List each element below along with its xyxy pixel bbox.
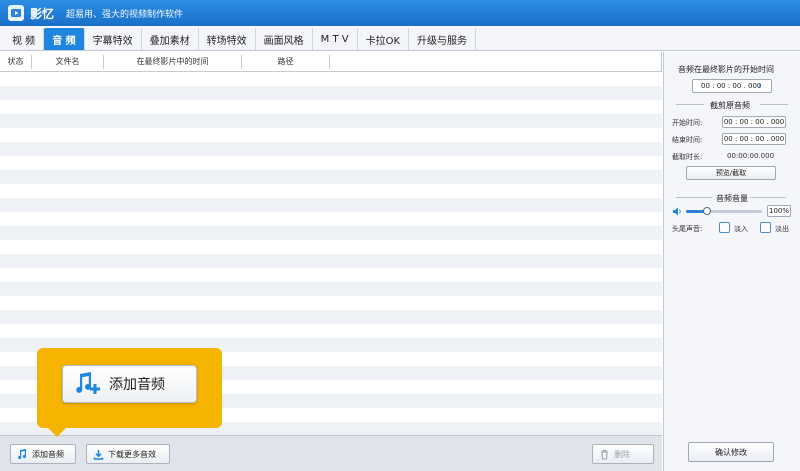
table-header: 状态 文件名 在最终影片中的时间 路径 bbox=[0, 52, 661, 72]
download-more-sounds-label: 下载更多音效 bbox=[108, 449, 156, 459]
fade-out-checkbox[interactable] bbox=[760, 222, 771, 233]
main-tabs: 视 频 音 频 字幕特效 叠加素材 转场特效 画面风格 M T V 卡拉OK 升… bbox=[0, 26, 800, 51]
tab-audio[interactable]: 音 频 bbox=[44, 28, 85, 50]
duration-label: 截取时长: bbox=[672, 153, 703, 161]
column-header-filename[interactable]: 文件名 bbox=[32, 54, 104, 69]
end-time-field[interactable]: 00 : 00 : 00 . 000 bbox=[722, 133, 786, 145]
divider bbox=[750, 197, 786, 198]
begin-time-label: 开始时间: bbox=[672, 119, 703, 127]
delete-button[interactable]: 删除 bbox=[592, 444, 654, 464]
add-audio-large-label: 添加音频 bbox=[109, 377, 165, 393]
end-time-label: 结束时间: bbox=[672, 136, 703, 144]
download-icon bbox=[93, 449, 104, 460]
volume-slider-thumb[interactable] bbox=[703, 207, 711, 215]
callout-pointer bbox=[47, 427, 67, 437]
fade-in-checkbox[interactable] bbox=[719, 222, 730, 233]
download-more-sounds-button[interactable]: 下载更多音效 bbox=[86, 444, 170, 464]
add-audio-button-large[interactable]: 添加音频 bbox=[62, 365, 197, 403]
confirm-changes-button[interactable]: 确认修改 bbox=[688, 442, 774, 462]
title-bar: 影忆 超易用、强大的视频制作软件 bbox=[0, 0, 800, 26]
start-time-value: 00 : 00 : 00 . 000 bbox=[701, 82, 762, 90]
volume-value-field[interactable]: 100% bbox=[767, 205, 791, 217]
column-header-time[interactable]: 在最终影片中的时间 bbox=[104, 54, 242, 69]
chevron-right-icon[interactable]: › bbox=[758, 81, 770, 91]
column-header-path[interactable]: 路径 bbox=[242, 54, 330, 69]
column-header-status[interactable]: 状态 bbox=[0, 54, 32, 69]
fade-out-label: 淡出 bbox=[775, 225, 789, 233]
cut-audio-title: 截剪原音频 bbox=[710, 101, 750, 110]
fade-in-label: 淡入 bbox=[734, 225, 748, 233]
begin-time-field[interactable]: 00 : 00 : 00 . 000 bbox=[722, 116, 786, 128]
fade-label: 头尾声音: bbox=[672, 225, 703, 233]
add-audio-label: 添加音频 bbox=[32, 449, 64, 459]
duration-value: 00:00:00.000 bbox=[727, 152, 775, 160]
divider bbox=[760, 104, 788, 105]
tab-video[interactable]: 视 频 bbox=[4, 28, 45, 50]
tab-mtv[interactable]: M T V bbox=[313, 28, 358, 50]
app-name: 影忆 bbox=[30, 6, 55, 21]
tab-picture-style[interactable]: 画面风格 bbox=[256, 28, 313, 50]
preview-cut-button[interactable]: 预览/截取 bbox=[686, 166, 776, 180]
volume-title: 音频音量 bbox=[716, 194, 748, 203]
audio-settings-panel: 音频在最终影片的开始时间 00 : 00 : 00 . 000 › 截剪原音频 … bbox=[663, 52, 800, 471]
add-audio-button[interactable]: 添加音频 bbox=[10, 444, 76, 464]
bottom-toolbar: 添加音频 下载更多音效 删除 bbox=[0, 435, 662, 471]
music-note-icon bbox=[18, 448, 27, 459]
start-time-title: 音频在最终影片的开始时间 bbox=[678, 65, 774, 74]
speaker-icon[interactable] bbox=[672, 207, 682, 216]
delete-label: 删除 bbox=[614, 449, 630, 459]
tab-upgrade-service[interactable]: 升级与服务 bbox=[409, 28, 477, 50]
trash-icon bbox=[601, 449, 608, 460]
app-logo-icon bbox=[8, 5, 24, 21]
tab-transition-effects[interactable]: 转场特效 bbox=[199, 28, 256, 50]
tab-subtitle-effects[interactable]: 字幕特效 bbox=[85, 28, 142, 50]
divider bbox=[676, 197, 712, 198]
tab-overlay-material[interactable]: 叠加素材 bbox=[142, 28, 199, 50]
tab-karaoke[interactable]: 卡拉OK bbox=[358, 28, 410, 50]
music-note-add-icon bbox=[76, 372, 100, 394]
divider bbox=[676, 104, 704, 105]
app-tagline: 超易用、强大的视频制作软件 bbox=[66, 9, 184, 20]
